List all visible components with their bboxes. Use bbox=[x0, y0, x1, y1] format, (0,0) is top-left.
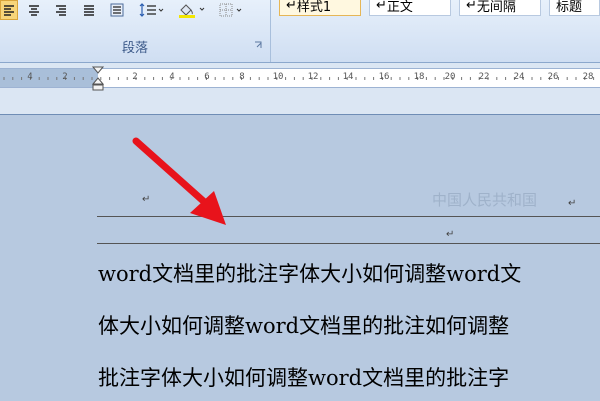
align-center-button[interactable] bbox=[24, 0, 44, 20]
ruler-number: 4 bbox=[169, 72, 175, 82]
align-left-icon bbox=[4, 5, 14, 16]
ruler-number: 24 bbox=[513, 72, 525, 82]
style-tile-no-spacing[interactable]: ↵ 无间隔 bbox=[459, 0, 541, 16]
line-spacing-icon bbox=[139, 3, 164, 17]
ruler-number: 26 bbox=[547, 72, 559, 82]
style-tile-label: 正文 bbox=[386, 0, 413, 15]
ruler-number: 2 bbox=[62, 72, 68, 82]
header-watermark-text: 中国人民共和国 bbox=[432, 191, 538, 209]
ribbon: 段落 ↵ 样式1 ↵ 正文 ↵ 无间隔 标题 bbox=[0, 0, 600, 63]
justify-button[interactable] bbox=[79, 0, 99, 20]
align-center-icon bbox=[29, 5, 39, 16]
distributed-icon bbox=[110, 3, 124, 17]
horizontal-ruler[interactable]: 4 2 2 4 6 8 10 12 14 16 18 20 22 24 26 2… bbox=[0, 68, 600, 88]
indent-marker-icon[interactable] bbox=[92, 66, 104, 92]
style-tile-heading[interactable]: 标题 bbox=[549, 0, 600, 16]
ruler-number: 20 bbox=[444, 72, 456, 82]
justify-icon bbox=[84, 5, 94, 16]
styles-gallery: ↵ 样式1 ↵ 正文 ↵ 无间隔 标题 bbox=[274, 0, 600, 62]
paragraph-mark: ↵ bbox=[376, 0, 387, 13]
style-tile-label: 无间隔 bbox=[476, 0, 516, 15]
ruler-number: 18 bbox=[413, 72, 425, 82]
ruler-number: 6 bbox=[204, 72, 210, 82]
style-tile-label: 标题 bbox=[556, 0, 583, 15]
borders-icon bbox=[219, 3, 242, 17]
ruler-number: 4 bbox=[27, 72, 33, 82]
arrow-shaft bbox=[132, 137, 214, 211]
header-bottom-rule bbox=[97, 243, 600, 244]
body-text-line[interactable]: word文档里的批注字体大小如何调整word文 bbox=[98, 258, 521, 288]
align-right-button[interactable] bbox=[51, 0, 71, 20]
line-spacing-button[interactable] bbox=[136, 0, 166, 20]
ruler-number: 8 bbox=[239, 72, 245, 82]
paragraph-group-label: 段落 bbox=[121, 41, 148, 56]
ruler-number: 16 bbox=[378, 72, 390, 82]
body-text-line[interactable]: 体大小如何调整word文档里的批注如何调整 bbox=[98, 310, 509, 340]
distributed-button[interactable] bbox=[106, 0, 128, 20]
annotation-arrow-icon bbox=[132, 137, 226, 225]
paint-bucket-icon bbox=[179, 4, 205, 18]
ruler-number: 22 bbox=[478, 72, 490, 82]
style-tile-label: 样式1 bbox=[296, 0, 332, 15]
ruler-ticks bbox=[3, 77, 595, 80]
paragraph-mark: ↵ bbox=[446, 229, 455, 240]
body-text-line[interactable]: 批注字体大小如何调整word文档里的批注字 bbox=[98, 362, 509, 392]
shading-button[interactable] bbox=[175, 0, 209, 20]
ruler-number: 28 bbox=[582, 72, 594, 82]
style-tile-normal[interactable]: ↵ 正文 bbox=[369, 0, 451, 16]
ruler-number: 14 bbox=[342, 72, 354, 82]
borders-button[interactable] bbox=[216, 0, 246, 20]
align-right-icon bbox=[56, 5, 66, 16]
style-tile-style1[interactable]: ↵ 样式1 bbox=[279, 0, 361, 16]
paragraph-mark: ↵ bbox=[568, 198, 577, 209]
paragraph-group: 段落 bbox=[0, 0, 271, 62]
ruler-number: 2 bbox=[132, 72, 138, 82]
align-left-button[interactable] bbox=[0, 0, 18, 20]
ruler-number: 10 bbox=[272, 72, 284, 82]
paragraph-mark: ↵ bbox=[286, 0, 297, 13]
ruler-number: 12 bbox=[307, 72, 319, 82]
paragraph-mark: ↵ bbox=[466, 0, 477, 13]
dialog-launcher-icon[interactable] bbox=[254, 41, 263, 50]
